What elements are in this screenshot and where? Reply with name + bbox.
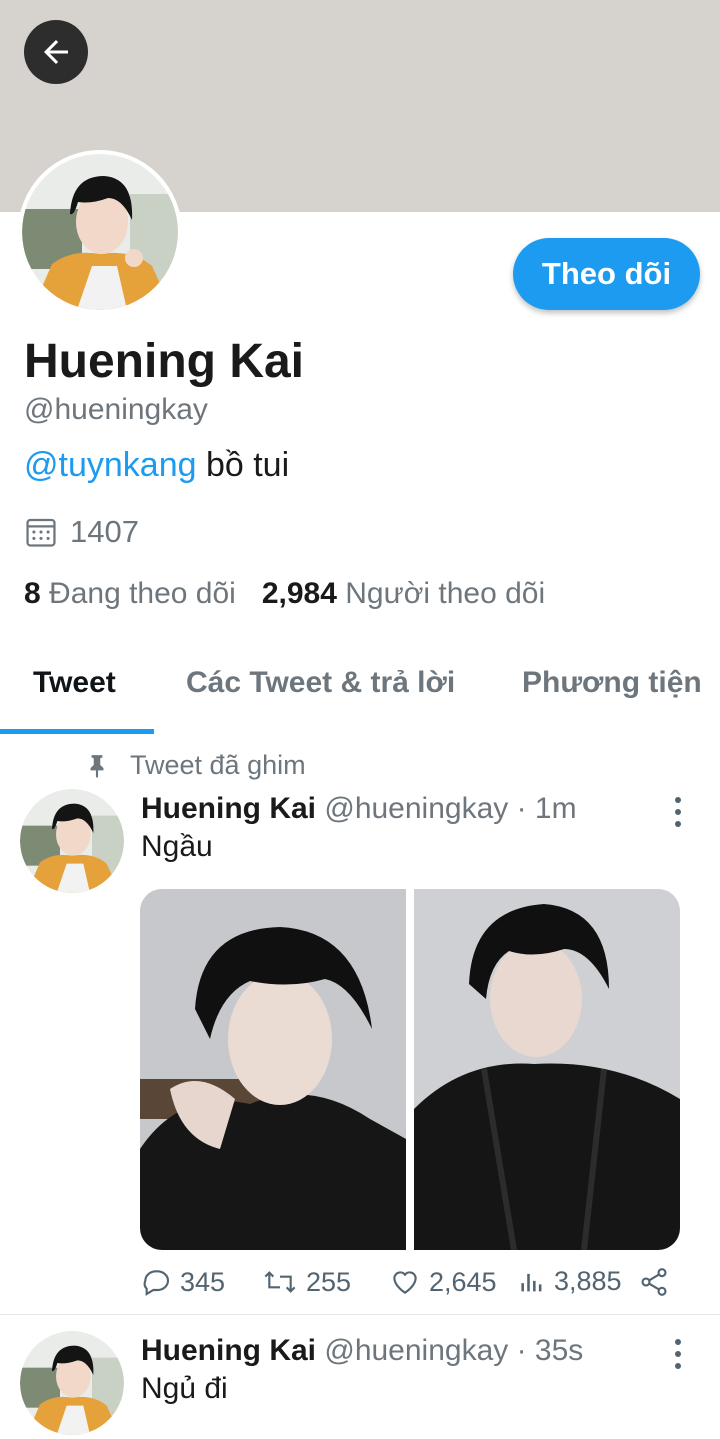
more-vertical-icon[interactable] (668, 1339, 688, 1369)
tweet-text: Ngủ đi (141, 1372, 228, 1405)
arrow-left-icon (44, 40, 68, 64)
retweet-icon (264, 1271, 296, 1293)
tweet-author-name[interactable]: Huening Kai (141, 792, 316, 825)
tweet-text: Ngầu (141, 830, 213, 863)
tab-media[interactable]: Phương tiện (522, 666, 702, 700)
tweet-photo-1[interactable] (140, 889, 406, 1250)
follow-button[interactable]: Theo dõi (513, 238, 700, 310)
tweet-meta: @hueningkay · 1m (324, 792, 577, 825)
tweet-author-name[interactable]: Huening Kai (141, 1334, 316, 1367)
tweet-divider (0, 1314, 720, 1315)
profile-handle: @hueningkay (24, 393, 208, 426)
tweet-photo-2[interactable] (414, 889, 680, 1250)
tab-tweets[interactable]: Tweet (33, 666, 116, 700)
tweet-header: Huening Kai @hueningkay · 35s (141, 1334, 583, 1368)
reply-button[interactable]: 345 (140, 1266, 225, 1298)
tweet-avatar[interactable] (20, 1331, 124, 1435)
back-button[interactable] (24, 20, 88, 84)
follow-stats: 8 Đang theo dõi 2,984 Người theo dõi (24, 577, 545, 611)
following-link[interactable]: 8 Đang theo dõi (24, 577, 236, 611)
tab-tweets-replies[interactable]: Các Tweet & trả lời (186, 666, 455, 700)
share-icon (641, 1268, 667, 1296)
reply-icon (143, 1270, 169, 1296)
more-vertical-icon[interactable] (668, 797, 688, 827)
analytics-icon (521, 1273, 542, 1291)
calendar-icon (26, 518, 56, 547)
heart-icon (393, 1271, 417, 1294)
pinned-tweet-label: Tweet đã ghim (84, 750, 306, 781)
active-tab-indicator (0, 729, 154, 734)
retweet-button[interactable]: 255 (262, 1266, 351, 1298)
bio-mention-link[interactable]: @tuynkang (24, 446, 197, 484)
profile-avatar[interactable] (18, 150, 182, 314)
followers-link[interactable]: 2,984 Người theo dõi (262, 577, 545, 611)
tweet-meta: @hueningkay · 35s (324, 1334, 584, 1367)
tweet-header: Huening Kai @hueningkay · 1m (141, 792, 577, 826)
like-button[interactable]: 2,645 (389, 1266, 497, 1298)
tweet-actions: 345 255 2,645 3,885 (140, 1262, 680, 1302)
bio-text: bồ tui (196, 446, 290, 484)
joined-date: 1407 (24, 514, 139, 550)
profile-page: Theo dõi Huening Kai @hueningkay @tuynka… (0, 0, 720, 1439)
tweet-avatar[interactable] (20, 789, 124, 893)
joined-label: 1407 (70, 514, 139, 549)
pin-icon (90, 754, 104, 778)
views-button[interactable]: 3,885 (518, 1266, 622, 1297)
tweet-media[interactable] (140, 889, 680, 1250)
profile-tabs: Tweet Các Tweet & trả lời Phương tiện (0, 640, 720, 734)
share-button[interactable] (638, 1266, 670, 1298)
profile-bio: @tuynkang bồ tui (24, 446, 289, 485)
display-name: Huening Kai (24, 335, 305, 388)
